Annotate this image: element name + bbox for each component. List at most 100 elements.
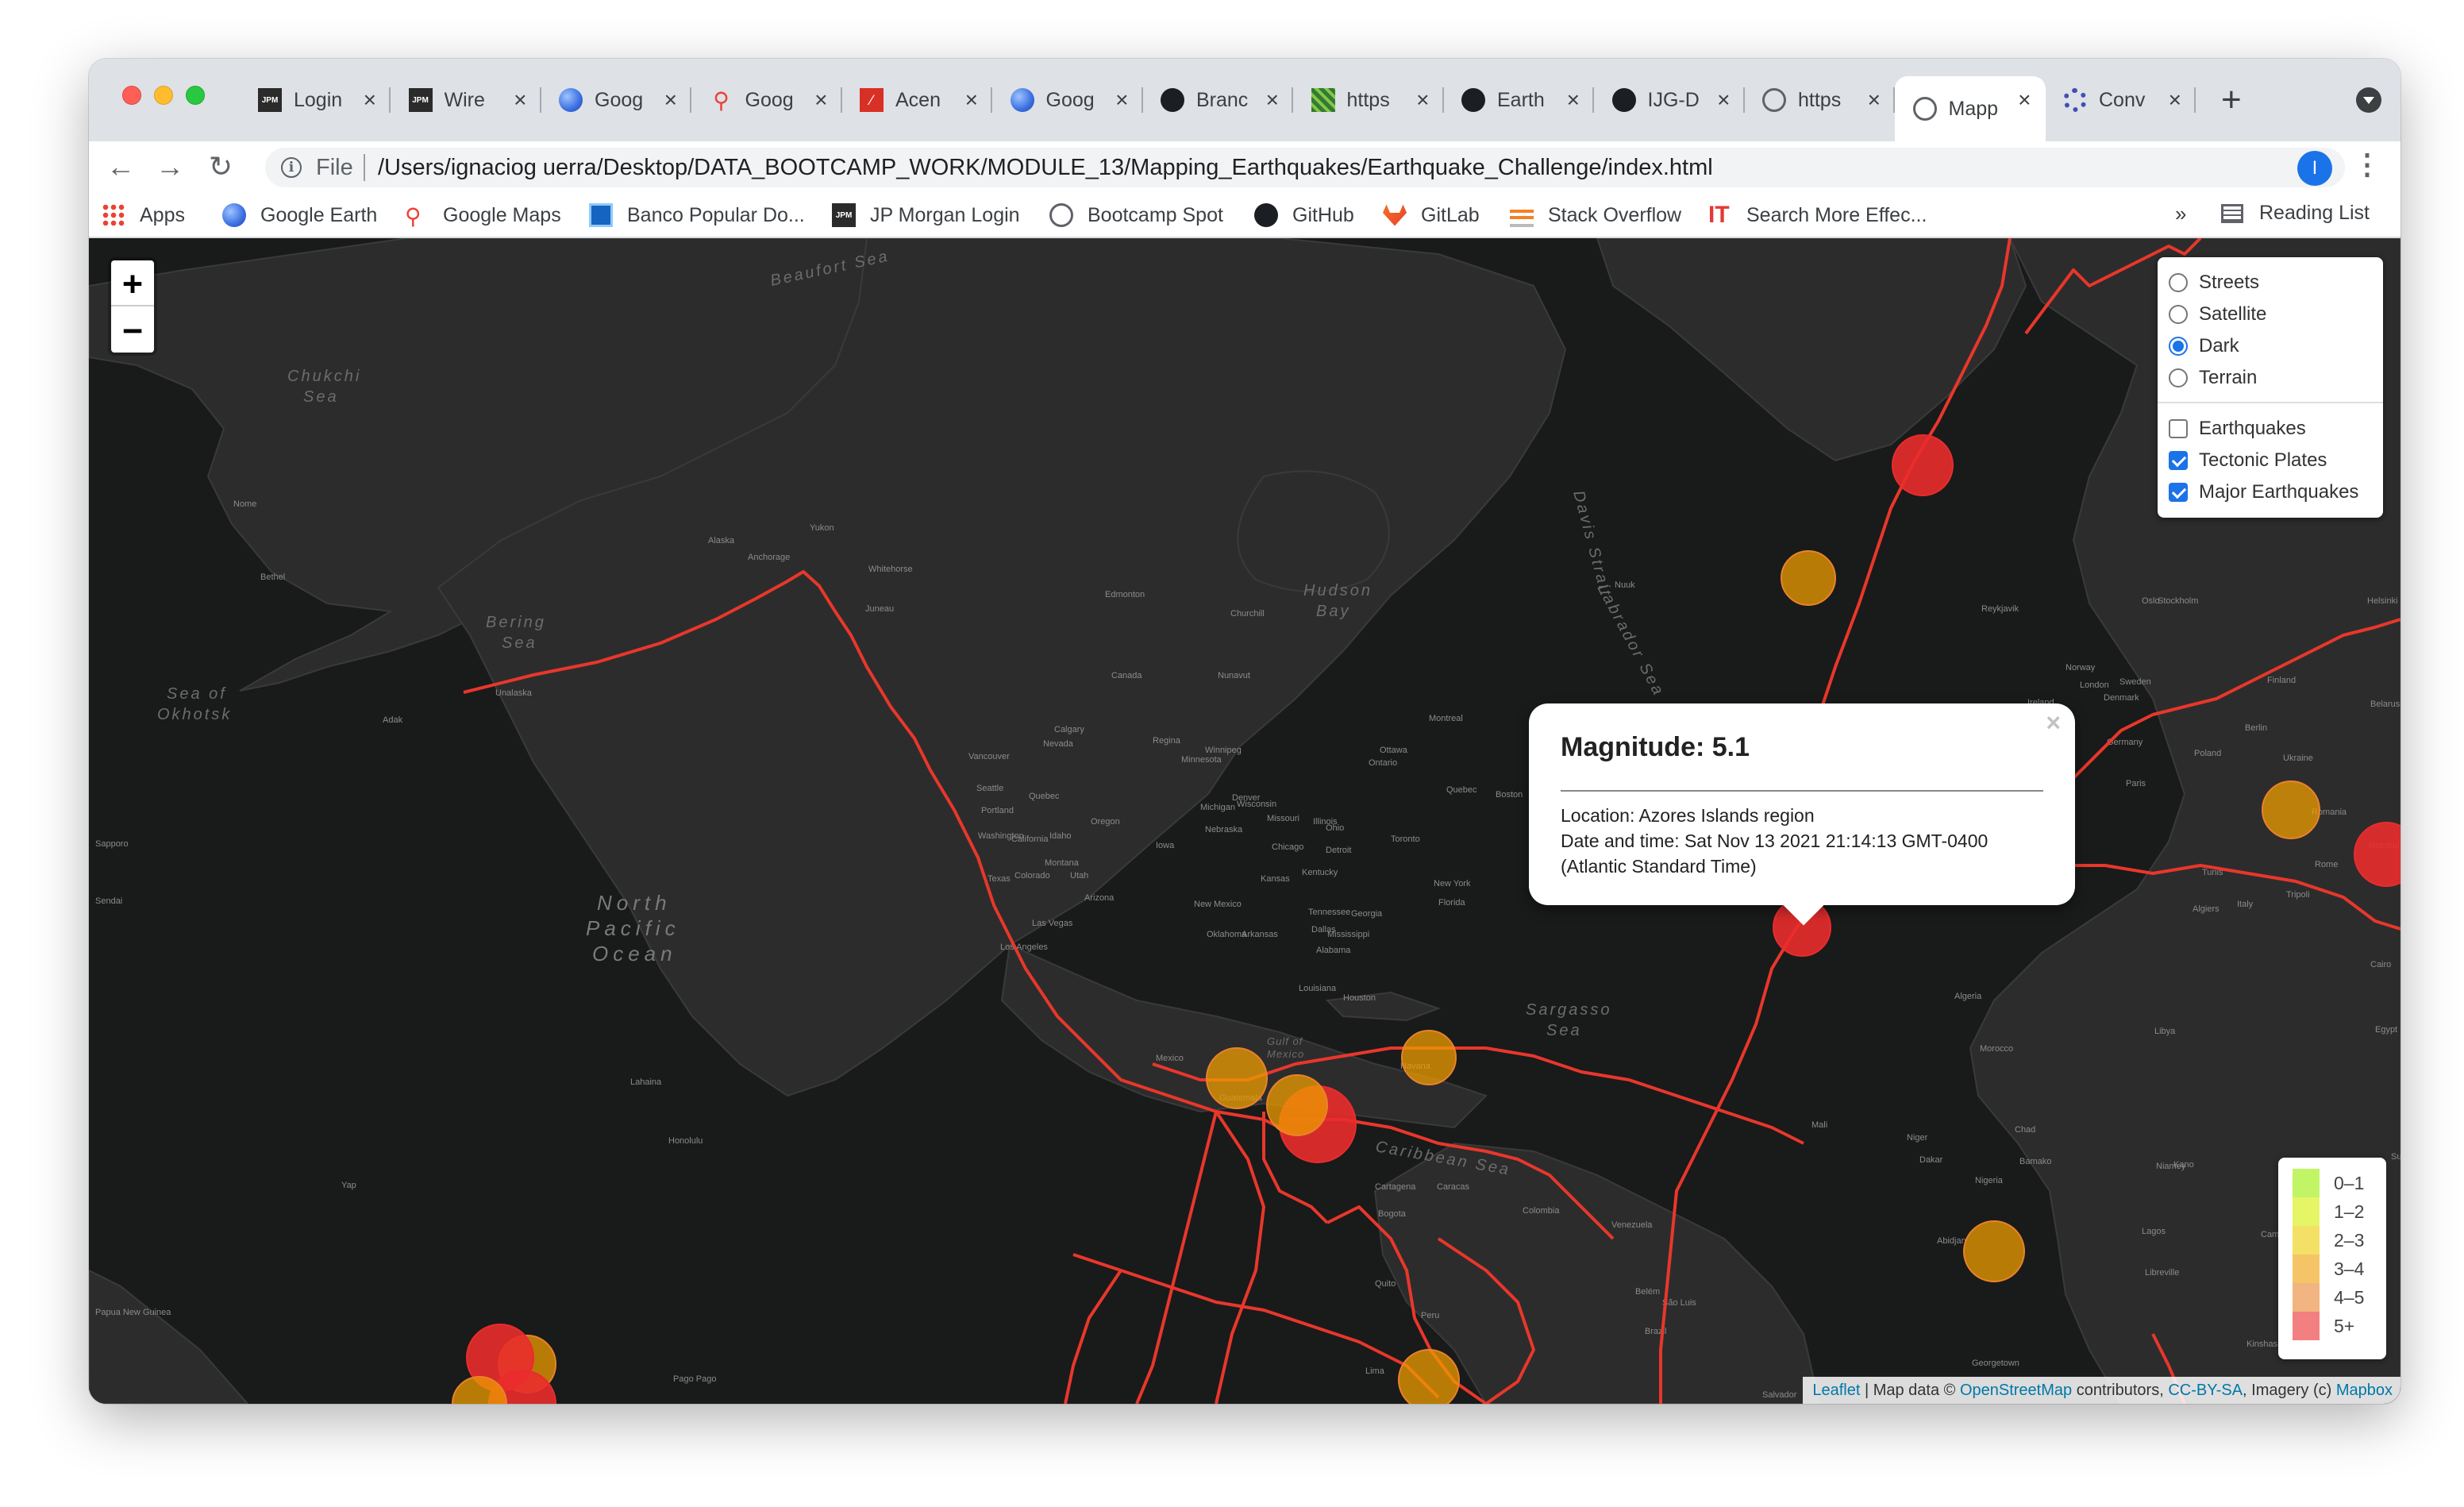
browser-tab[interactable]: Goog × <box>541 76 691 124</box>
tab-close-button[interactable]: × <box>514 89 526 111</box>
earthquake-marker[interactable] <box>1781 550 1836 606</box>
overlay-major-earthquakes[interactable]: Major Earthquakes <box>2169 476 2372 508</box>
base-layer-streets[interactable]: Streets <box>2169 267 2372 299</box>
earthquake-marker[interactable] <box>1401 1030 1457 1085</box>
overlay-earthquakes[interactable]: Earthquakes <box>2169 413 2372 445</box>
bookmark-gitlab[interactable]: GitLab <box>1383 202 1480 229</box>
layer-label: Streets <box>2199 272 2260 293</box>
place-label: Berlin <box>2245 723 2267 733</box>
leaflet-link[interactable]: Leaflet <box>1812 1382 1860 1400</box>
bookmark-jp-morgan[interactable]: JPM JP Morgan Login <box>832 202 1020 229</box>
bookmark-bootcamp-spot[interactable]: Bootcamp Spot <box>1049 202 1223 229</box>
browser-tab[interactable]: https × <box>1744 76 1895 124</box>
earthquake-marker[interactable] <box>1206 1047 1268 1109</box>
tab-close-button[interactable]: × <box>364 89 376 111</box>
place-label: Idaho <box>1049 831 1072 841</box>
bookmark-google-maps[interactable]: ⚲ Google Maps <box>405 202 561 229</box>
browser-tab[interactable]: Conv × <box>2045 76 2196 124</box>
place-label: Caracas <box>1437 1182 1469 1192</box>
info-icon[interactable]: i <box>281 157 302 178</box>
forward-button[interactable]: → <box>152 149 187 184</box>
base-layer-satellite[interactable]: Satellite <box>2169 299 2372 330</box>
earthquake-marker[interactable] <box>1266 1074 1328 1136</box>
tab-close-button[interactable]: × <box>2169 89 2181 111</box>
browser-menu-icon[interactable]: ⋮ <box>2353 148 2381 181</box>
mapbox-link[interactable]: Mapbox <box>2336 1382 2393 1400</box>
tab-close-button[interactable]: × <box>1717 89 1730 111</box>
browser-tab[interactable]: Earth × <box>1443 76 1594 124</box>
tab-close-button[interactable]: × <box>1115 89 1128 111</box>
place-label: Ukraine <box>2283 754 2313 763</box>
new-tab-button[interactable]: + <box>2221 78 2242 122</box>
window-close-button[interactable] <box>122 86 141 105</box>
reload-button[interactable]: ↻ <box>203 149 238 184</box>
tab-close-button[interactable]: × <box>965 89 978 111</box>
bookmark-banco-popular[interactable]: Banco Popular Do... <box>589 202 805 229</box>
bookmark-apps[interactable]: Apps <box>102 202 185 229</box>
browser-tab[interactable]: IJG-D × <box>1594 76 1745 124</box>
place-label: Helsinki <box>2367 596 2398 606</box>
earthquake-marker[interactable] <box>1892 434 1954 496</box>
greenland-landmass <box>1596 238 2027 462</box>
earthquake-marker[interactable] <box>2262 780 2320 839</box>
bookmark-stack-overflow[interactable]: Stack Overflow <box>1510 202 1681 229</box>
arrow-right-icon: → <box>156 150 184 183</box>
radio-button[interactable] <box>2169 368 2188 387</box>
map-container[interactable]: Chukchi Sea Beaufort Sea Bering Sea Sea … <box>89 238 2400 1404</box>
checkbox[interactable] <box>2169 419 2188 438</box>
browser-tab[interactable]: Mapp × <box>1894 76 2046 141</box>
base-layer-dark[interactable]: Dark <box>2169 330 2372 362</box>
browser-tab[interactable]: JPM Login × <box>240 76 391 124</box>
back-button[interactable]: ← <box>103 149 138 184</box>
url-text[interactable]: /Users/ignaciog uerra/Desktop/DATA_BOOTC… <box>378 155 1713 181</box>
place-label: Honolulu <box>668 1136 703 1146</box>
browser-tab[interactable]: ⚲ Goog × <box>691 76 842 124</box>
license-link[interactable]: CC-BY-SA <box>2168 1382 2243 1400</box>
earthquake-marker[interactable] <box>1963 1220 2025 1282</box>
banco-popular-icon <box>589 203 613 227</box>
window-minimize-button[interactable] <box>154 86 173 105</box>
base-layer-terrain[interactable]: Terrain <box>2169 362 2372 394</box>
sea-label: Bering <box>486 614 546 631</box>
browser-tab[interactable]: Branc × <box>1142 76 1293 124</box>
radio-button[interactable] <box>2169 305 2188 324</box>
openstreetmap-link[interactable]: OpenStreetMap <box>1960 1382 2072 1400</box>
checkbox[interactable] <box>2169 483 2188 502</box>
legend-label: 5+ <box>2334 1315 2355 1336</box>
browser-tab[interactable]: JPM Wire × <box>391 76 541 124</box>
radio-button[interactable] <box>2169 337 2188 356</box>
tab-close-button[interactable]: × <box>1567 89 1580 111</box>
browser-tab[interactable]: Goog × <box>992 76 1143 124</box>
zoom-in-button[interactable]: + <box>111 260 154 306</box>
radio-button[interactable] <box>2169 273 2188 292</box>
earthquake-marker[interactable] <box>1398 1349 1460 1404</box>
tab-close-button[interactable]: × <box>1266 89 1279 111</box>
legend-swatch <box>2293 1197 2320 1226</box>
ocean-label: North <box>597 891 672 915</box>
place-label: Missouri <box>1267 814 1299 823</box>
popup-close-button[interactable]: × <box>2046 708 2061 738</box>
tab-close-button[interactable]: × <box>1416 89 1429 111</box>
bookmark-search-more[interactable]: IT Search More Effec... <box>1708 202 1927 229</box>
tab-close-button[interactable]: × <box>2018 89 2031 111</box>
reading-list-button[interactable]: Reading List <box>2221 202 2370 225</box>
google-earth-icon <box>559 88 583 112</box>
place-label: Nuuk <box>1615 580 1635 590</box>
browser-tab[interactable]: https × <box>1293 76 1444 124</box>
tab-search-icon[interactable] <box>2356 87 2381 113</box>
bookmarks-overflow-button[interactable]: » <box>2175 202 2186 226</box>
tab-close-button[interactable]: × <box>664 89 677 111</box>
address-bar[interactable]: i File /Users/ignaciog uerra/Desktop/DAT… <box>265 148 2345 187</box>
overlay-tectonic-plates[interactable]: Tectonic Plates <box>2169 445 2372 476</box>
bookmark-google-earth[interactable]: Google Earth <box>222 202 377 229</box>
tab-close-button[interactable]: × <box>814 89 827 111</box>
gitlab-icon <box>1383 204 1407 226</box>
place-label: Sendai <box>95 896 122 906</box>
window-maximize-button[interactable] <box>186 86 205 105</box>
browser-tab[interactable]: ∕ Acen × <box>841 76 992 124</box>
profile-avatar[interactable]: I <box>2297 151 2332 186</box>
bookmark-github[interactable]: GitHub <box>1254 202 1354 229</box>
tab-close-button[interactable]: × <box>1868 89 1881 111</box>
checkbox[interactable] <box>2169 451 2188 470</box>
zoom-out-button[interactable]: − <box>111 306 154 353</box>
